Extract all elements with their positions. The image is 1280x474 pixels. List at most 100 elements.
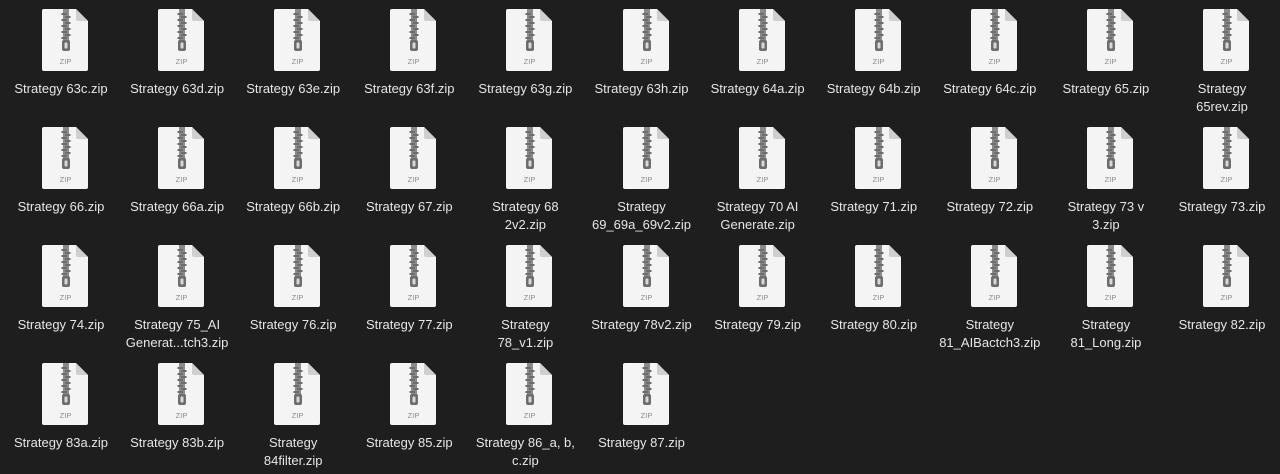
file-item[interactable]: ZIP Strategy 78_v1.zip — [469, 236, 581, 350]
file-item[interactable]: ZIP Strategy 66.zip — [5, 118, 117, 232]
file-name-label: Strategy 64c.zip — [943, 81, 1037, 96]
file-item[interactable]: ZIP Strategy 71.zip — [818, 118, 930, 232]
file-item[interactable]: ZIP Strategy 70 AI Generate.zip — [702, 118, 814, 232]
zip-archive-icon: ZIP — [506, 9, 554, 71]
file-name-label: Strategy 71.zip — [830, 199, 918, 214]
file-item[interactable]: ZIP Strategy 67.zip — [353, 118, 465, 232]
file-name-label: Strategy 65rev.zip — [1196, 81, 1248, 114]
zip-type-label: ZIP — [1105, 293, 1117, 302]
zip-type-label: ZIP — [60, 175, 72, 184]
zip-type-label: ZIP — [60, 411, 72, 420]
file-item[interactable]: ZIP Strategy 80.zip — [818, 236, 930, 350]
file-name-label: Strategy 72.zip — [946, 199, 1034, 214]
zip-type-label: ZIP — [292, 293, 304, 302]
zip-type-label: ZIP — [1221, 175, 1233, 184]
zip-archive-icon: ZIP — [622, 9, 671, 71]
zip-archive-icon: ZIP — [506, 127, 554, 189]
file-name-label: Strategy 73.zip — [1178, 199, 1266, 214]
zip-type-label: ZIP — [756, 175, 768, 184]
file-item[interactable]: ZIP Strategy 69_69a_69v2.zip — [586, 118, 698, 232]
file-item[interactable]: ZIP Strategy 72.zip — [934, 118, 1046, 232]
file-item[interactable]: ZIP Strategy 83a.zip — [5, 354, 117, 468]
file-name-label: Strategy 87.zip — [598, 435, 685, 450]
zip-type-label: ZIP — [524, 175, 536, 184]
file-name-label: Strategy 85.zip — [365, 435, 453, 450]
file-name-label: Strategy 83b.zip — [130, 435, 225, 450]
file-item[interactable]: ZIP Strategy 81_AIBactch3.zip — [934, 236, 1046, 350]
zip-archive-icon: ZIP — [274, 245, 322, 307]
zip-archive-icon: ZIP — [506, 363, 554, 425]
file-item[interactable]: ZIP Strategy 87.zip — [586, 354, 698, 468]
zip-type-label: ZIP — [292, 411, 304, 420]
file-item[interactable]: ZIP Strategy 63f.zip — [353, 0, 465, 114]
zip-type-label: ZIP — [60, 293, 72, 302]
file-name-label: Strategy 76.zip — [249, 317, 337, 332]
file-item[interactable]: ZIP Strategy 85.zip — [353, 354, 465, 468]
zip-archive-icon: ZIP — [970, 127, 1019, 189]
file-icon-grid: ZIP Strategy 63c.zip ZIP Strategy 63d.zip ZI… — [0, 0, 1280, 474]
file-name-label: Strategy 68 2v2.zip — [492, 199, 559, 232]
file-item[interactable]: ZIP Strategy 65rev.zip — [1166, 0, 1278, 114]
zip-type-label: ZIP — [524, 411, 536, 420]
file-name-label: Strategy 78v2.zip — [591, 317, 692, 332]
file-item[interactable]: ZIP Strategy 65.zip — [1050, 0, 1162, 114]
file-item[interactable]: ZIP Strategy 66b.zip — [237, 118, 349, 232]
zip-archive-icon: ZIP — [854, 127, 903, 189]
file-name-label: Strategy 63d.zip — [130, 81, 225, 96]
zip-type-label: ZIP — [872, 293, 884, 302]
file-item[interactable]: ZIP Strategy 79.zip — [702, 236, 814, 350]
file-name-label: Strategy 80.zip — [830, 317, 918, 332]
file-item[interactable]: ZIP Strategy 81_Long.zip — [1050, 236, 1162, 350]
file-item[interactable]: ZIP Strategy 73.zip — [1166, 118, 1278, 232]
zip-type-label: ZIP — [872, 175, 884, 184]
zip-archive-icon: ZIP — [854, 9, 903, 71]
zip-archive-icon: ZIP — [390, 127, 438, 189]
zip-archive-icon: ZIP — [158, 9, 206, 71]
zip-type-label: ZIP — [988, 57, 1000, 66]
file-name-label: Strategy 83a.zip — [14, 435, 108, 450]
file-item[interactable]: ZIP Strategy 64c.zip — [934, 0, 1046, 114]
zip-archive-icon: ZIP — [1203, 127, 1251, 189]
file-name-label: Strategy 64a.zip — [710, 81, 805, 96]
file-item[interactable]: ZIP Strategy 77.zip — [353, 236, 465, 350]
file-item[interactable]: ZIP Strategy 63d.zip — [121, 0, 233, 114]
zip-archive-icon: ZIP — [274, 363, 322, 425]
zip-type-label: ZIP — [988, 293, 1000, 302]
zip-type-label: ZIP — [408, 411, 420, 420]
zip-archive-icon: ZIP — [1203, 245, 1251, 307]
file-item[interactable]: ZIP Strategy 68 2v2.zip — [469, 118, 581, 232]
file-item[interactable]: ZIP Strategy 63h.zip — [586, 0, 698, 114]
file-name-label: Strategy 81_Long.zip — [1070, 317, 1142, 350]
file-name-label: Strategy 66b.zip — [246, 199, 341, 214]
zip-type-label: ZIP — [640, 57, 652, 66]
file-item[interactable]: ZIP Strategy 86_a, b, c.zip — [469, 354, 581, 468]
file-name-label: Strategy 70 AI Generate.zip — [716, 199, 799, 232]
file-item[interactable]: ZIP Strategy 74.zip — [5, 236, 117, 350]
zip-type-label: ZIP — [1221, 293, 1233, 302]
file-name-label: Strategy 63h.zip — [594, 81, 689, 96]
file-name-label: Strategy 77.zip — [365, 317, 453, 332]
file-item[interactable]: ZIP Strategy 73 v 3.zip — [1050, 118, 1162, 232]
file-item[interactable]: ZIP Strategy 84filter.zip — [237, 354, 349, 468]
file-item[interactable]: ZIP Strategy 63e.zip — [237, 0, 349, 114]
file-item[interactable]: ZIP Strategy 76.zip — [237, 236, 349, 350]
zip-type-label: ZIP — [408, 175, 420, 184]
file-item[interactable]: ZIP Strategy 66a.zip — [121, 118, 233, 232]
zip-archive-icon: ZIP — [506, 245, 554, 307]
zip-type-label: ZIP — [176, 175, 188, 184]
file-item[interactable]: ZIP Strategy 64b.zip — [818, 0, 930, 114]
file-item[interactable]: ZIP Strategy 75_AI Generat...tch3.zip — [121, 236, 233, 350]
file-item[interactable]: ZIP Strategy 63c.zip — [5, 0, 117, 114]
file-item[interactable]: ZIP Strategy 63g.zip — [469, 0, 581, 114]
file-item[interactable]: ZIP Strategy 78v2.zip — [586, 236, 698, 350]
zip-archive-icon: ZIP — [274, 127, 322, 189]
file-item[interactable]: ZIP Strategy 82.zip — [1166, 236, 1278, 350]
file-name-label: Strategy 84filter.zip — [263, 435, 323, 468]
file-item[interactable]: ZIP Strategy 83b.zip — [121, 354, 233, 468]
zip-type-label: ZIP — [1221, 57, 1233, 66]
zip-type-label: ZIP — [1105, 175, 1117, 184]
zip-type-label: ZIP — [60, 57, 72, 66]
file-item[interactable]: ZIP Strategy 64a.zip — [702, 0, 814, 114]
zip-type-label: ZIP — [176, 411, 188, 420]
zip-archive-icon: ZIP — [390, 9, 438, 71]
